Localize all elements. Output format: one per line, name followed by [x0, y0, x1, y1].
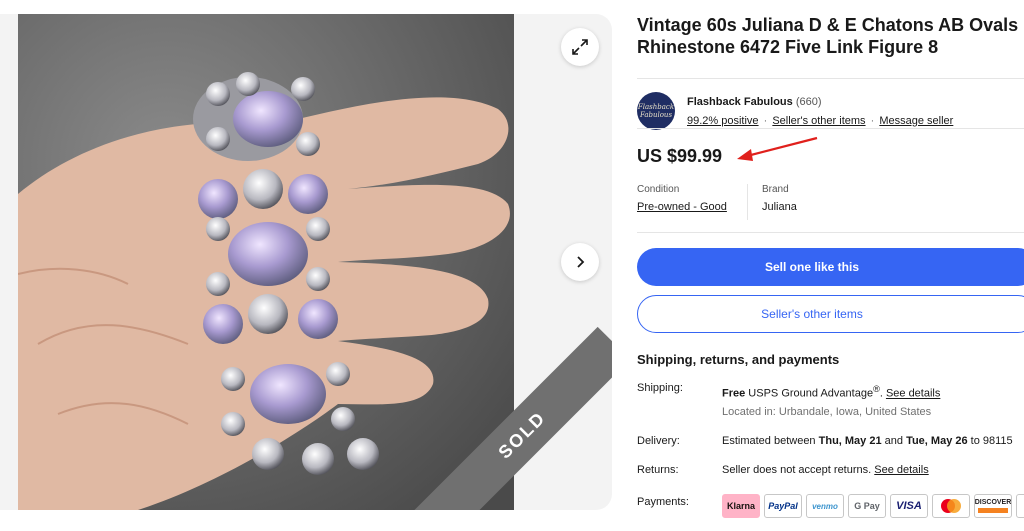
discover-icon: DISCOVER: [974, 494, 1012, 518]
divider: [637, 232, 1024, 233]
item-location: Located in: Urbandale, Iowa, United Stat…: [722, 406, 932, 418]
shipping-heading: Shipping, returns, and payments: [637, 352, 840, 367]
listing-title: Vintage 60s Juliana D & E Chatons AB Ova…: [637, 15, 1019, 57]
sellers-other-items-button[interactable]: Seller's other items: [637, 295, 1024, 333]
seller-other-items-link[interactable]: Seller's other items: [772, 115, 865, 127]
mastercard-icon: [932, 494, 970, 518]
expand-icon: [572, 39, 588, 55]
seller-name[interactable]: Flashback Fabulous: [687, 96, 793, 108]
condition-block: Condition Pre-owned - Good: [637, 184, 727, 213]
image-gallery: SOLD: [0, 14, 612, 510]
delivery-label: Delivery:: [637, 435, 680, 447]
condition-value[interactable]: Pre-owned - Good: [637, 201, 727, 213]
message-seller-link[interactable]: Message seller: [879, 115, 953, 127]
returns-label: Returns:: [637, 464, 679, 476]
shipping-service: USPS Ground Advantage: [745, 387, 874, 400]
product-photo[interactable]: [18, 14, 514, 510]
google-pay-icon: G Pay: [848, 494, 886, 518]
shipping-free: Free: [722, 387, 746, 400]
delivery-and: and: [881, 435, 907, 447]
seller-positive-link[interactable]: 99.2% positive: [687, 115, 759, 127]
returns-text: Seller does not accept returns.: [722, 464, 872, 476]
chevron-right-icon: [577, 256, 585, 268]
condition-label: Condition: [637, 184, 680, 195]
brand-block: Brand Juliana: [747, 184, 797, 220]
seller-logo-text: Flashback Fabulous: [637, 103, 675, 119]
klarna-icon: Klarna: [722, 494, 760, 518]
brand-value: Juliana: [762, 201, 797, 213]
bracelet-photo-illustration: [18, 14, 514, 510]
delivery-end: Tue, May 26: [906, 435, 968, 447]
paypal-icon: PayPal: [764, 494, 802, 518]
seller-feedback-count: (660): [795, 96, 822, 108]
discover-text: DISCOVER: [974, 499, 1012, 506]
shipping-see-details-link[interactable]: See details: [886, 388, 940, 400]
price: US $99.99: [637, 146, 723, 166]
payments-label: Payments:: [637, 496, 689, 508]
red-arrow-annotation: [737, 136, 818, 161]
visa-icon: VISA: [890, 494, 928, 518]
next-image-button[interactable]: [561, 243, 599, 281]
brand-label: Brand: [762, 184, 789, 195]
venmo-icon: venmo: [806, 494, 844, 518]
registered-mark: ®: [873, 384, 880, 394]
delivery-start: Thu, May 21: [818, 435, 882, 447]
seller-card: Flashback Fabulous Flashback Fabulous (6…: [637, 78, 1024, 130]
listing-details: Vintage 60s Juliana D & E Chatons AB Ova…: [637, 14, 1024, 518]
seller-links: 99.2% positive · Seller's other items · …: [687, 115, 953, 127]
more-payment-icon: [1016, 494, 1024, 518]
seller-name-line: Flashback Fabulous (660): [687, 96, 822, 108]
seller-logo[interactable]: Flashback Fabulous: [637, 92, 675, 130]
shipping-value: Free USPS Ground Advantage®. See details: [722, 384, 941, 400]
shipping-label: Shipping:: [637, 382, 683, 394]
returns-value: Seller does not accept returns. See deta…: [722, 464, 929, 476]
expand-image-button[interactable]: [561, 28, 599, 66]
divider: [637, 128, 1024, 129]
returns-see-details-link[interactable]: See details: [874, 464, 928, 476]
delivery-post: to 98115: [967, 435, 1013, 447]
sell-one-like-this-button[interactable]: Sell one like this: [637, 248, 1024, 286]
separator-dot: ·: [763, 115, 768, 127]
delivery-value: Estimated between Thu, May 21 and Tue, M…: [722, 435, 1013, 447]
delivery-pre: Estimated between: [722, 435, 819, 447]
separator-dot: ·: [870, 115, 875, 127]
payment-methods: Klarna PayPal venmo G Pay VISA DISCOVER: [722, 494, 1024, 518]
